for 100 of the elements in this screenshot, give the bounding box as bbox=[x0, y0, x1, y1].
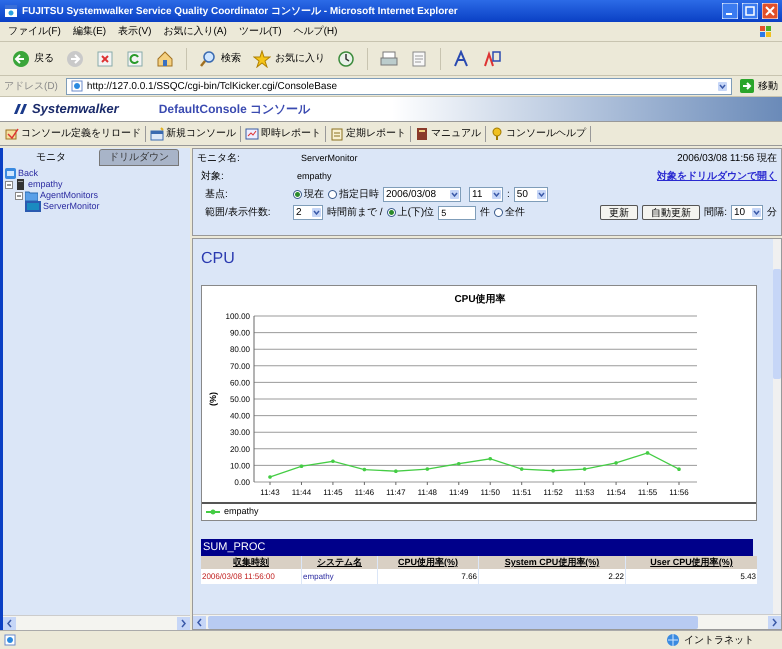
radio-button[interactable]: 全件 bbox=[494, 205, 526, 220]
field-label: 基点: bbox=[204, 188, 229, 202]
data-point bbox=[582, 467, 586, 471]
close-button[interactable] bbox=[762, 3, 778, 19]
caret-icon bbox=[312, 208, 321, 217]
server-icon bbox=[15, 179, 26, 190]
menu-item[interactable]: ファイル(F) bbox=[8, 24, 61, 39]
console-toolbar-button[interactable]: 定期レポート bbox=[329, 124, 407, 144]
search-icon bbox=[199, 50, 217, 68]
clock-icon bbox=[337, 50, 355, 68]
dropdown[interactable]: 2 bbox=[293, 205, 323, 220]
tree-item[interactable]: Back bbox=[18, 169, 38, 178]
y-tick-label: 70.00 bbox=[230, 362, 250, 371]
legend-label: empathy bbox=[224, 505, 259, 518]
toolbar-button[interactable]: お気に入り bbox=[249, 46, 329, 72]
reload-icon bbox=[5, 126, 19, 140]
page-icon bbox=[4, 634, 16, 646]
time-separator: : bbox=[507, 188, 510, 202]
x-tick-label: 11:55 bbox=[638, 488, 658, 497]
console-toolbar-button[interactable]: マニュアル bbox=[414, 124, 482, 144]
field-label: 間隔: bbox=[704, 206, 727, 220]
drilldown-link[interactable]: 対象をドリルダウンで開く bbox=[657, 169, 777, 184]
action-button[interactable]: 自動更新 bbox=[642, 205, 700, 220]
y-tick-label: 90.00 bbox=[230, 328, 250, 338]
dropdown[interactable]: 10 bbox=[731, 205, 763, 220]
console-toolbar-button[interactable]: コンソールヘルプ bbox=[489, 124, 587, 144]
tree-item[interactable]: ServerMonitor bbox=[43, 202, 100, 211]
column-header: User CPU使用率(%) bbox=[626, 556, 757, 569]
table-cell: 2.22 bbox=[479, 569, 625, 584]
minimize-button[interactable] bbox=[722, 3, 738, 19]
menu-item[interactable]: お気に入り(A) bbox=[163, 24, 227, 39]
console-toolbar-button[interactable]: 新規コンソール bbox=[149, 124, 237, 144]
console-toolbar-button[interactable]: 即時レポート bbox=[244, 124, 322, 144]
dropdown[interactable]: 11 bbox=[469, 187, 503, 202]
vertical-scrollbar[interactable] bbox=[773, 239, 781, 614]
windows-flag-icon bbox=[758, 24, 774, 40]
x-tick-label: 11:45 bbox=[323, 488, 343, 497]
field-value: ServerMonitor bbox=[301, 152, 358, 165]
radio-button[interactable]: 現在 bbox=[293, 187, 324, 202]
data-point bbox=[268, 475, 272, 479]
menu-item[interactable]: ツール(T) bbox=[238, 24, 282, 39]
horizontal-scrollbar[interactable] bbox=[3, 615, 190, 630]
y-tick-label: 20.00 bbox=[230, 444, 250, 454]
maximize-button[interactable] bbox=[742, 3, 758, 19]
collapse-icon[interactable] bbox=[5, 180, 13, 188]
printer-icon bbox=[380, 50, 398, 68]
unit-label: 件 bbox=[480, 206, 490, 220]
radio-button[interactable]: 指定日時 bbox=[328, 187, 379, 202]
y-tick-label: 50.00 bbox=[230, 395, 250, 404]
count-input[interactable]: 5 bbox=[438, 206, 476, 220]
tree-item[interactable]: AgentMonitors bbox=[40, 191, 98, 200]
dropdown-caret-icon bbox=[718, 82, 727, 90]
stop-icon bbox=[96, 50, 114, 68]
scrollbar-thumb[interactable] bbox=[773, 269, 781, 379]
x-tick-label: 11:51 bbox=[512, 488, 532, 497]
table-title: SUM_PROC bbox=[201, 539, 753, 556]
table-cell: empathy bbox=[302, 569, 377, 584]
menu-item[interactable]: 表示(V) bbox=[118, 24, 152, 39]
address-field[interactable]: http://127.0.0.1/SSQC/cgi-bin/TclKicker.cgi/ConsoleBase bbox=[66, 78, 732, 94]
folder-icon bbox=[25, 190, 38, 201]
book-icon bbox=[415, 126, 429, 140]
y-tick-label: 100.00 bbox=[226, 312, 250, 321]
dropdown[interactable]: 2006/03/08 bbox=[383, 187, 461, 202]
data-point bbox=[646, 451, 650, 455]
menu-item[interactable]: ヘルプ(H) bbox=[294, 24, 338, 39]
scrollbar-thumb[interactable] bbox=[208, 616, 698, 628]
window-title: FUJITSU Systemwalker Service Quality Coordinator コンソール - Microsoft Internet Explorer bbox=[22, 4, 459, 18]
radio-button[interactable]: 上(下)位 bbox=[386, 205, 434, 220]
dropdown[interactable]: 50 bbox=[514, 187, 548, 202]
field-label: 対象: bbox=[200, 170, 225, 184]
tree-item[interactable]: empathy bbox=[28, 180, 63, 189]
globe-icon bbox=[666, 633, 680, 647]
data-point bbox=[300, 464, 304, 468]
x-tick-label: 11:49 bbox=[449, 488, 468, 497]
caret-icon bbox=[536, 190, 546, 199]
toolbar-button[interactable]: 検索 bbox=[195, 46, 245, 72]
go-button[interactable]: 移動 bbox=[740, 78, 778, 94]
sidebar-tab[interactable]: ドリルダウン bbox=[99, 149, 179, 166]
collapse-icon[interactable] bbox=[15, 192, 23, 200]
toolbar-button[interactable]: 戻る bbox=[8, 46, 58, 72]
horizontal-scrollbar[interactable] bbox=[193, 614, 781, 629]
y-tick-label: 30.00 bbox=[230, 428, 250, 438]
timestamp: 2006/03/08 11:56 現在 bbox=[677, 152, 777, 166]
logo-icon bbox=[12, 102, 28, 116]
console-toolbar-button[interactable]: コンソール定義をリロード bbox=[4, 124, 142, 144]
column-header: 収集時刻 bbox=[201, 556, 301, 569]
arrow-icon bbox=[740, 79, 754, 93]
field-label: 時間前まで / bbox=[327, 206, 383, 220]
scroll-left-icon bbox=[193, 616, 206, 628]
menu-item[interactable]: 編集(E) bbox=[72, 24, 106, 39]
y-tick-label: 10.00 bbox=[230, 461, 250, 470]
translate-icon bbox=[483, 50, 501, 68]
monitor-icon bbox=[25, 201, 41, 212]
x-tick-label: 11:48 bbox=[418, 488, 438, 497]
help-icon bbox=[490, 126, 504, 140]
action-button[interactable]: 更新 bbox=[600, 205, 638, 220]
data-point bbox=[394, 469, 398, 473]
chart-icon bbox=[245, 126, 259, 140]
table-cell: 5.43 bbox=[626, 569, 757, 584]
scroll-right-icon bbox=[768, 616, 781, 628]
